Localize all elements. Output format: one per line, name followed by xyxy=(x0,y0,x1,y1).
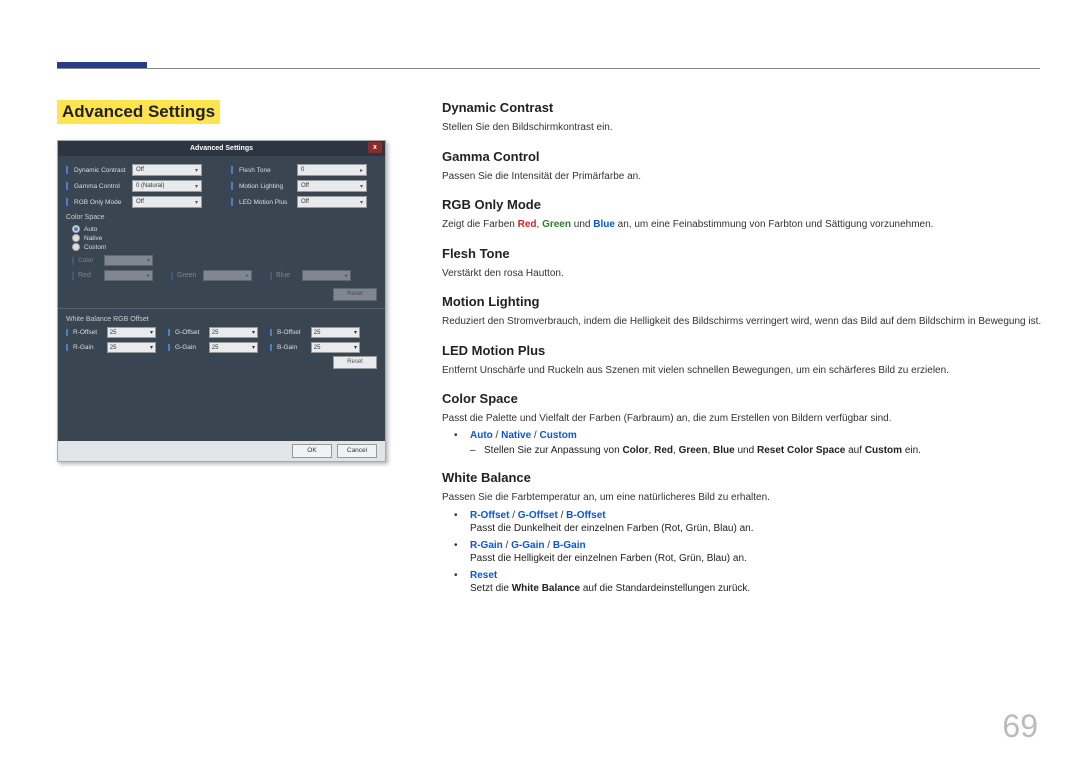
desc-color-space: Passt die Palette und Vielfalt der Farbe… xyxy=(442,412,1042,426)
select-r-offset[interactable]: 25▾ xyxy=(107,327,156,338)
wb-gain-line: R-Gain / G-Gain / B-Gain Passt die Helli… xyxy=(460,540,1042,564)
page-number: 69 xyxy=(1002,708,1038,745)
custom-color-row: Color▾ xyxy=(72,255,377,266)
select-red[interactable]: ▸ xyxy=(104,270,153,281)
ok-button[interactable]: OK xyxy=(292,444,332,458)
dialog-title: Advanced Settings xyxy=(190,145,253,152)
row-dynamic-contrast: Dynamic Contrast Off▾ xyxy=(66,164,206,176)
desc-flesh-tone: Verstärkt den rosa Hautton. xyxy=(442,267,1042,281)
dialog-footer: OK Cancel xyxy=(58,441,385,461)
select-color[interactable]: ▾ xyxy=(104,255,153,266)
select-blue[interactable]: ▸ xyxy=(302,270,351,281)
reset-color-space-button[interactable]: Reset xyxy=(333,288,377,301)
select-motion-lighting[interactable]: Off▾ xyxy=(297,180,367,192)
h-flesh-tone: Flesh Tone xyxy=(442,246,1042,261)
desc-motion-lighting: Reduziert den Stromverbrauch, indem die … xyxy=(442,315,1042,329)
header-rule xyxy=(57,68,1040,69)
desc-led-motion-plus: Entfernt Unschärfe und Ruckeln aus Szene… xyxy=(442,364,1042,378)
h-rgb-only: RGB Only Mode xyxy=(442,197,1042,212)
h-gamma-control: Gamma Control xyxy=(442,149,1042,164)
radio-auto[interactable]: Auto xyxy=(72,225,377,233)
color-space-options: Auto / Native / Custom Stellen Sie zur A… xyxy=(460,430,1042,456)
wb-reset-line: Reset Setzt die White Balance auf die St… xyxy=(460,570,1042,594)
group-white-balance: White Balance RGB Offset xyxy=(66,316,377,323)
close-icon[interactable]: x xyxy=(368,142,382,153)
desc-gamma-control: Passen Sie die Intensität der Primärfarb… xyxy=(442,170,1042,184)
row-flesh-tone: Flesh Tone 0▸ xyxy=(231,164,371,176)
group-color-space: Color Space xyxy=(66,214,377,221)
select-rgb-only-mode[interactable]: Off▾ xyxy=(132,196,202,208)
select-b-offset[interactable]: 25▾ xyxy=(311,327,360,338)
h-led-motion-plus: LED Motion Plus xyxy=(442,343,1042,358)
wb-offset-line: R-Offset / G-Offset / B-Offset Passt die… xyxy=(460,510,1042,534)
desc-white-balance: Passen Sie die Farbtemperatur an, um ein… xyxy=(442,491,1042,505)
radio-custom[interactable]: Custom xyxy=(72,243,377,251)
select-g-offset[interactable]: 25▾ xyxy=(209,327,258,338)
h-white-balance: White Balance xyxy=(442,470,1042,485)
radio-native[interactable]: Native xyxy=(72,234,377,242)
h-motion-lighting: Motion Lighting xyxy=(442,294,1042,309)
select-flesh-tone[interactable]: 0▸ xyxy=(297,164,367,176)
advanced-settings-dialog: Advanced Settings x Dynamic Contrast Off… xyxy=(57,140,386,462)
select-gamma-control[interactable]: 0 (Natural)▾ xyxy=(132,180,202,192)
desc-dynamic-contrast: Stellen Sie den Bildschirmkontrast ein. xyxy=(442,121,1042,135)
h-color-space: Color Space xyxy=(442,391,1042,406)
select-dynamic-contrast[interactable]: Off▾ xyxy=(132,164,202,176)
desc-rgb-only: Zeigt die Farben Red, Green und Blue an,… xyxy=(442,218,1042,232)
cancel-button[interactable]: Cancel xyxy=(337,444,377,458)
doc-column: Dynamic Contrast Stellen Sie den Bildsch… xyxy=(442,100,1042,608)
dialog-titlebar: Advanced Settings x xyxy=(58,141,385,156)
select-green[interactable]: ▸ xyxy=(203,270,252,281)
select-b-gain[interactable]: 25▾ xyxy=(311,342,360,353)
select-g-gain[interactable]: 25▾ xyxy=(209,342,258,353)
select-r-gain[interactable]: 25▾ xyxy=(107,342,156,353)
reset-white-balance-button[interactable]: Reset xyxy=(333,356,377,369)
select-led-motion-plus[interactable]: Off▾ xyxy=(297,196,367,208)
section-title: Advanced Settings xyxy=(57,100,220,124)
h-dynamic-contrast: Dynamic Contrast xyxy=(442,100,1042,115)
